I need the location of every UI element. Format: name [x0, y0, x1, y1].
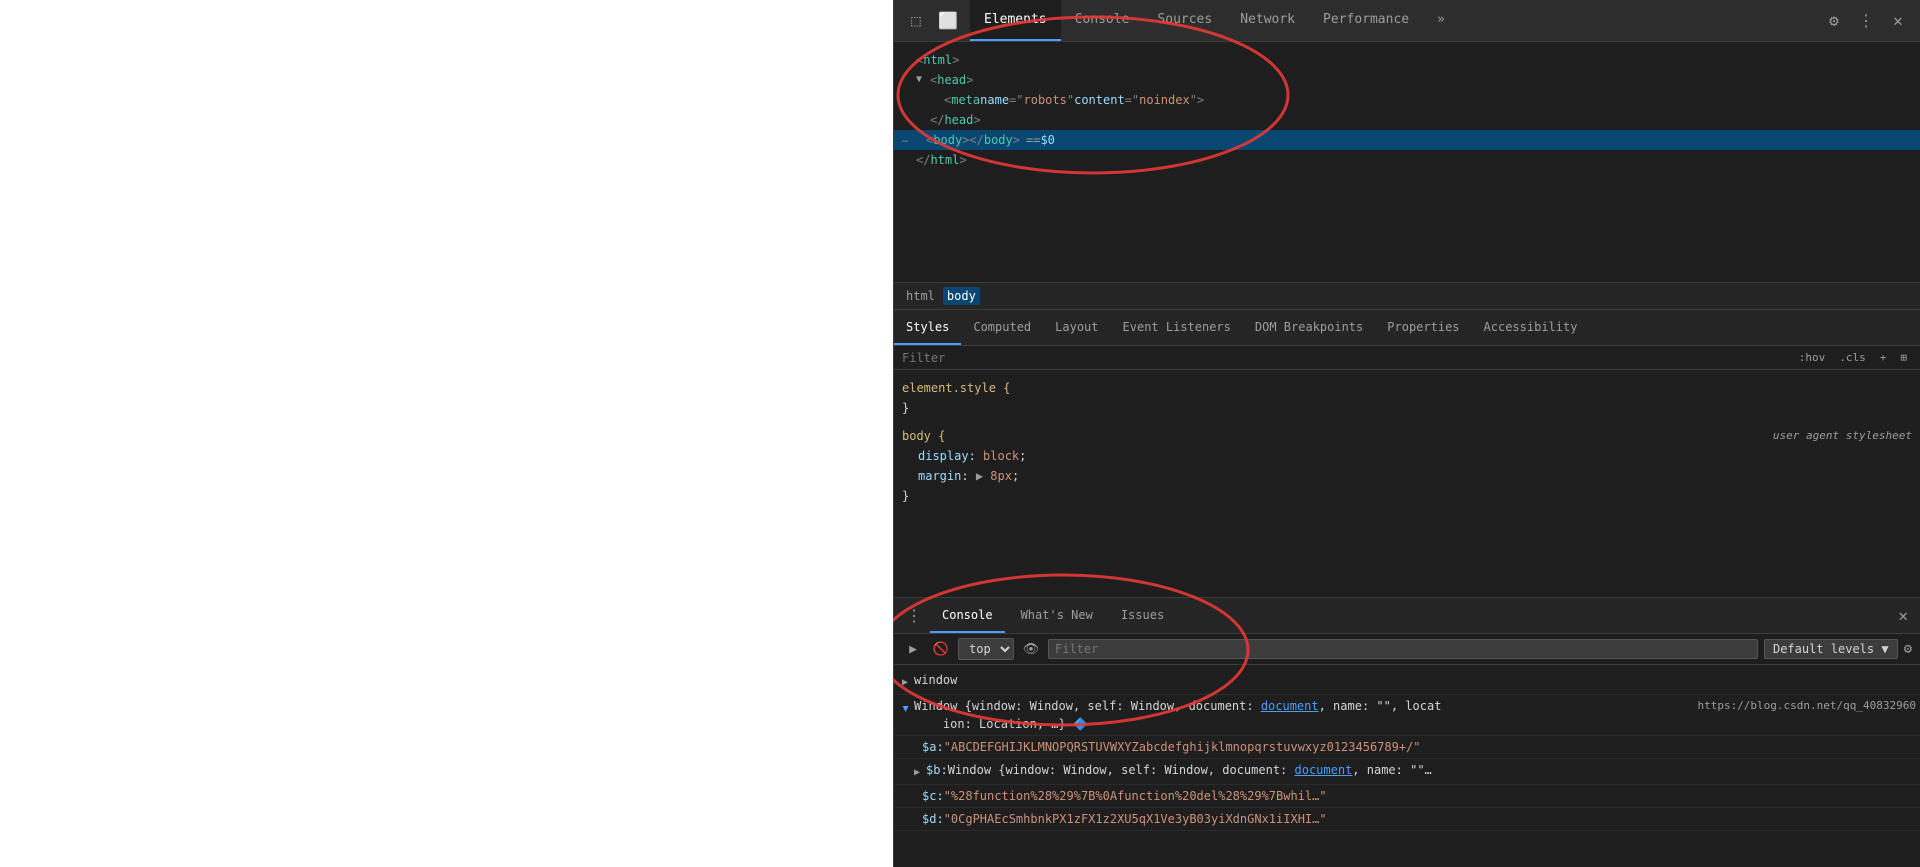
- tab-whats-new[interactable]: What's New: [1009, 598, 1105, 633]
- tree-line-meta[interactable]: <meta name="robots" content="noindex">: [894, 90, 1920, 110]
- console-panel: ⋮ Console What's New Issues ✕ ▶ 🚫 top 👁: [894, 597, 1920, 867]
- tree-line-html[interactable]: <html>: [894, 50, 1920, 70]
- tab-dom-breakpoints[interactable]: DOM Breakpoints: [1243, 310, 1375, 345]
- inspect-icon[interactable]: ⬚: [902, 7, 930, 35]
- console-eye-icon[interactable]: 👁: [1020, 638, 1042, 660]
- tab-elements[interactable]: Elements: [970, 0, 1061, 41]
- more-options-icon[interactable]: ⋮: [1852, 7, 1880, 35]
- console-key-c: $c:: [922, 787, 944, 805]
- console-line-window[interactable]: ▶ window: [894, 669, 1920, 695]
- console-url: https://blog.csdn.net/qq_40832960: [1697, 697, 1916, 715]
- hov-filter-btn[interactable]: :hov: [1794, 350, 1831, 365]
- device-icon[interactable]: ⬜: [934, 7, 962, 35]
- filter-actions: :hov .cls + ⊞: [1794, 350, 1912, 365]
- console-key-b: $b:: [926, 761, 948, 779]
- console-link-b-document[interactable]: document: [1295, 763, 1353, 777]
- elements-tree[interactable]: <html> ▼ <head> <meta name="robots" cont…: [894, 42, 1920, 282]
- toggle-style-btn[interactable]: ⊞: [1895, 350, 1912, 365]
- console-context-select[interactable]: top: [958, 638, 1014, 660]
- styles-content[interactable]: element.style { } body { user agent styl…: [894, 370, 1920, 597]
- console-line-a[interactable]: $a: "ABCDEFGHIJKLMNOPQRSTUVWXYZabcdefghi…: [894, 736, 1920, 759]
- tab-computed[interactable]: Computed: [961, 310, 1043, 345]
- tree-line-head[interactable]: ▼ <head>: [894, 70, 1920, 90]
- filter-bar: :hov .cls + ⊞: [894, 346, 1920, 370]
- console-key-d: $d:: [922, 810, 944, 828]
- b-arrow-icon[interactable]: ▶: [914, 764, 920, 782]
- console-toolbar: ⋮ Console What's New Issues ✕: [894, 598, 1920, 634]
- expand-arrow-icon[interactable]: ▶: [896, 706, 914, 712]
- tree-line-head-close[interactable]: </head>: [894, 110, 1920, 130]
- tab-properties[interactable]: Properties: [1375, 310, 1471, 345]
- style-rule-body: body { user agent stylesheet display: bl…: [894, 422, 1920, 510]
- console-value-c: "%28function%28%29%7B%0Afunction%20del%2…: [944, 787, 1327, 805]
- styles-filter-input[interactable]: [902, 351, 1794, 365]
- console-line-window-obj[interactable]: ▶ Window {window: Window, self: Window, …: [894, 695, 1920, 736]
- tab-sources[interactable]: Sources: [1143, 0, 1226, 41]
- toolbar-right: ⚙ ⋮ ✕: [1820, 7, 1920, 35]
- breadcrumb-body[interactable]: body: [943, 287, 980, 305]
- console-ban-icon[interactable]: 🚫: [930, 638, 952, 660]
- console-line-d[interactable]: $d: "0CgPHAEcSmhbnkPX1zFX1z2XU5qX1Ve3yB0…: [894, 808, 1920, 831]
- devtools-tabs: Elements Console Sources Network Perform…: [970, 0, 1820, 41]
- settings-icon[interactable]: ⚙: [1820, 7, 1848, 35]
- tab-console-bottom[interactable]: Console: [930, 598, 1005, 633]
- console-execute-icon[interactable]: ▶: [902, 638, 924, 660]
- devtools: ⬚ ⬜ Elements Console Sources Network Per…: [893, 0, 1920, 867]
- tree-line-html-close[interactable]: </html>: [894, 150, 1920, 170]
- console-content[interactable]: ▶ window ▶ Window {window: Window, self:…: [894, 665, 1920, 867]
- tree-line-body[interactable]: … <body></body> == $0: [894, 130, 1920, 150]
- console-text-window: window: [914, 671, 1912, 689]
- breadcrumb-html[interactable]: html: [902, 287, 939, 305]
- devtools-toolbar: ⬚ ⬜ Elements Console Sources Network Per…: [894, 0, 1920, 42]
- tab-styles[interactable]: Styles: [894, 310, 961, 345]
- console-line-b[interactable]: ▶ $b: Window {window: Window, self: Wind…: [894, 759, 1920, 785]
- console-key-a: $a:: [922, 738, 944, 756]
- close-devtools-icon[interactable]: ✕: [1884, 7, 1912, 35]
- cls-filter-btn[interactable]: .cls: [1834, 350, 1871, 365]
- add-style-btn[interactable]: +: [1875, 350, 1892, 365]
- console-value-d: "0CgPHAEcSmhbnkPX1zFX1z2XU5qX1Ve3yB03yiX…: [944, 810, 1327, 828]
- console-levels-button[interactable]: Default levels ▼: [1764, 639, 1898, 659]
- console-filter-input[interactable]: [1048, 639, 1758, 659]
- close-console-icon[interactable]: ✕: [1894, 606, 1912, 625]
- console-settings-icon[interactable]: ⚙: [1904, 641, 1912, 657]
- tab-performance[interactable]: Performance: [1309, 0, 1423, 41]
- console-link-document[interactable]: document: [1261, 699, 1319, 713]
- console-panel-dots[interactable]: ⋮: [902, 606, 926, 625]
- tab-accessibility[interactable]: Accessibility: [1472, 310, 1590, 345]
- elements-panel: <html> ▼ <head> <meta name="robots" cont…: [894, 42, 1920, 597]
- console-filter-bar: ▶ 🚫 top 👁 Default levels ▼ ⚙: [894, 634, 1920, 665]
- tab-network[interactable]: Network: [1226, 0, 1309, 41]
- styles-tabs: Styles Computed Layout Event Listeners D…: [894, 310, 1920, 346]
- styles-panel: Styles Computed Layout Event Listeners D…: [894, 310, 1920, 597]
- main-page-content: [0, 0, 893, 867]
- tab-issues[interactable]: Issues: [1109, 598, 1176, 633]
- collapse-arrow-icon[interactable]: ▶: [902, 674, 908, 692]
- tab-event-listeners[interactable]: Event Listeners: [1111, 310, 1243, 345]
- console-line-c[interactable]: $c: "%28function%28%29%7B%0Afunction%20d…: [894, 785, 1920, 808]
- tab-console[interactable]: Console: [1061, 0, 1144, 41]
- devtools-panel: ⬚ ⬜ Elements Console Sources Network Per…: [893, 0, 1920, 867]
- breadcrumb: html body: [894, 282, 1920, 310]
- tab-more[interactable]: »: [1423, 0, 1459, 41]
- style-rule-element: element.style { }: [894, 374, 1920, 422]
- devtools-icons: ⬚ ⬜: [894, 7, 970, 35]
- tab-layout[interactable]: Layout: [1043, 310, 1110, 345]
- console-value-a: "ABCDEFGHIJKLMNOPQRSTUVWXYZabcdefghijklm…: [944, 738, 1421, 756]
- console-value-b: Window {window: Window, self: Window, do…: [948, 761, 1912, 779]
